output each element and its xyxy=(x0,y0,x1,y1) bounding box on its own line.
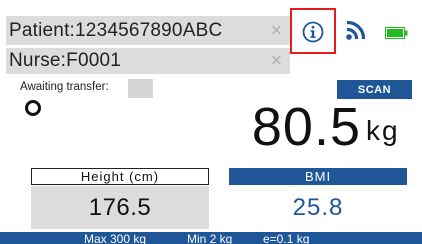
bmi-label: BMI xyxy=(229,168,407,185)
max-capacity-text: Max 300 kg xyxy=(84,232,147,244)
height-label: Height (cm) xyxy=(31,168,209,185)
info-icon xyxy=(302,21,324,43)
weight-value: 80.5 xyxy=(251,97,361,157)
awaiting-transfer-label: Awaiting transfer: xyxy=(20,81,109,93)
min-capacity-text: Min 2 kg xyxy=(187,232,233,244)
awaiting-transfer-value xyxy=(128,79,153,98)
scale-screen: Patient:1234567890ABC × Nurse:F0001 × Aw… xyxy=(0,0,422,244)
battery-icon xyxy=(385,27,408,39)
capacity-footer: Max 300 kg Min 2 kg e=0.1 kg xyxy=(0,232,422,244)
weight-unit: kg xyxy=(366,115,400,146)
height-value[interactable]: 176.5 xyxy=(31,186,209,229)
status-indicator-icon xyxy=(25,100,41,116)
patient-clear-icon[interactable]: × xyxy=(271,21,282,40)
wifi-icon xyxy=(346,20,366,40)
nurse-clear-icon[interactable]: × xyxy=(271,52,282,71)
resolution-text: e=0.1 kg xyxy=(263,232,310,244)
nurse-id-text: Nurse:F0001 xyxy=(9,50,122,71)
bmi-value: 25.8 xyxy=(292,193,344,221)
patient-field[interactable]: Patient:1234567890ABC × xyxy=(6,16,290,45)
patient-id-text: Patient:1234567890ABC xyxy=(9,19,223,41)
info-button[interactable] xyxy=(290,8,336,54)
nurse-field[interactable]: Nurse:F0001 × xyxy=(6,48,290,74)
